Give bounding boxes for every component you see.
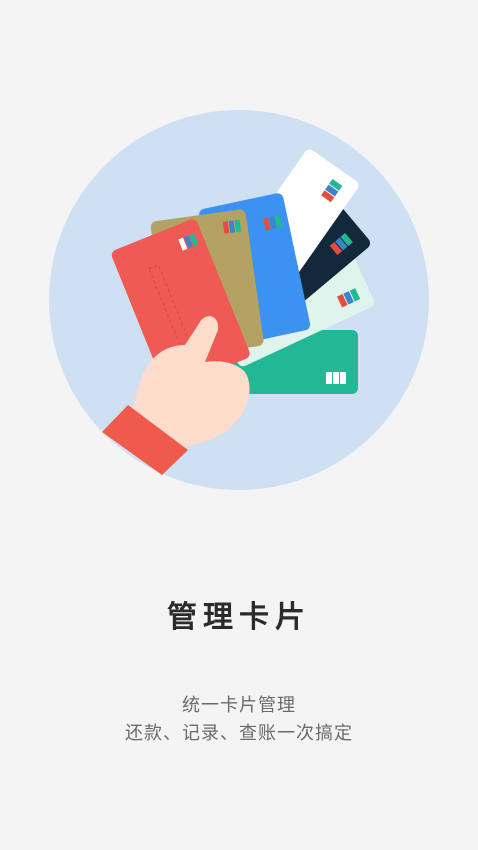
description-line-1: 统一卡片管理 xyxy=(182,695,296,716)
card-chip-icon xyxy=(222,219,242,234)
cards-illustration xyxy=(49,110,429,490)
page-title: 管理卡片 xyxy=(167,600,311,635)
card-chip-icon xyxy=(326,372,346,384)
description-line-2: 还款、记录、查账一次搞定 xyxy=(125,723,353,744)
